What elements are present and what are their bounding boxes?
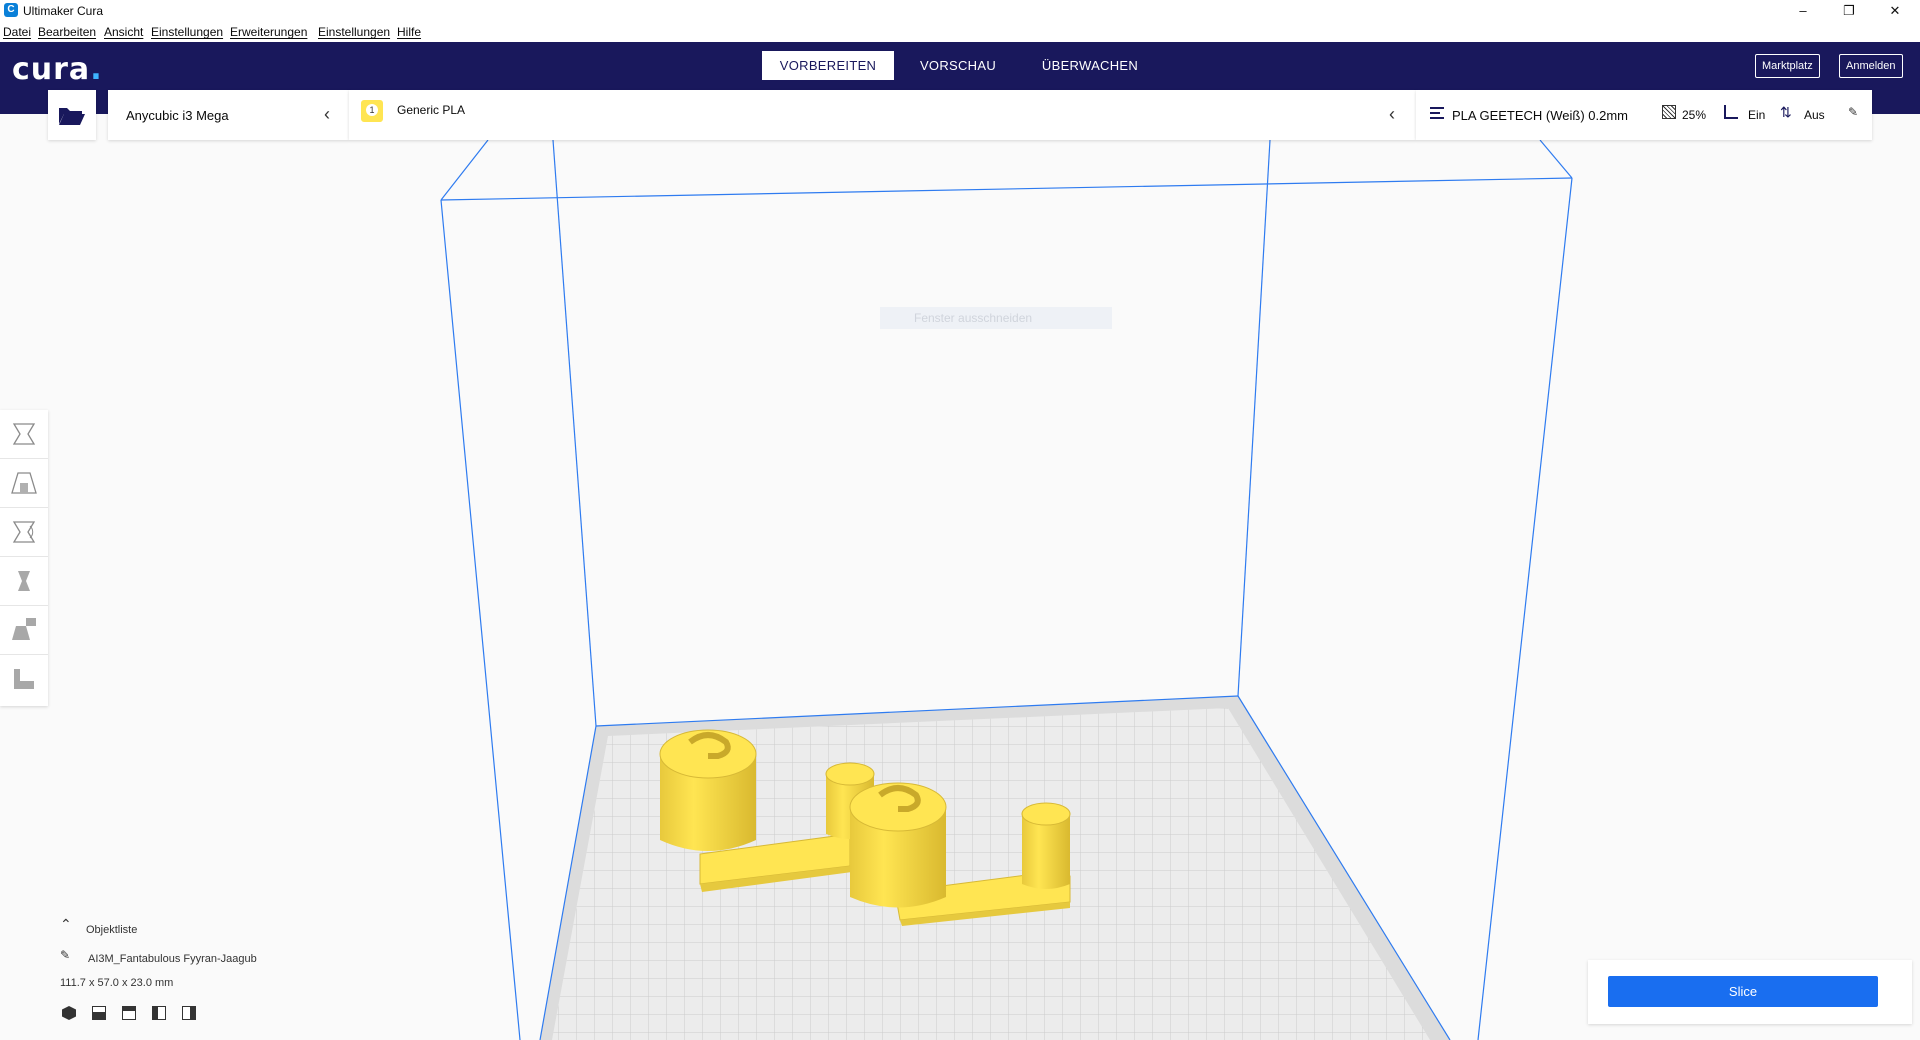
chevron-left-icon: ‹ bbox=[324, 104, 330, 124]
top-view-icon[interactable] bbox=[122, 1006, 136, 1020]
support-icon bbox=[1724, 105, 1738, 119]
extruder-number: 1 bbox=[366, 104, 378, 116]
object-dimensions: 111.7 x 57.0 x 23.0 mm bbox=[60, 977, 174, 989]
marketplace-button[interactable]: Marktplatz bbox=[1755, 54, 1820, 78]
cut-window-tooltip: Fenster ausschneiden bbox=[880, 307, 1112, 329]
menu-hilfe[interactable]: Hilfe bbox=[397, 25, 421, 39]
menu-bar: Datei Bearbeiten Ansicht Einstellungen E… bbox=[0, 22, 1920, 42]
tab-vorschau[interactable]: VORSCHAU bbox=[903, 51, 1013, 80]
mirror-tool-icon[interactable] bbox=[0, 557, 48, 606]
chevron-left-icon: ‹ bbox=[1389, 104, 1395, 124]
minimize-icon[interactable]: – bbox=[1780, 0, 1826, 22]
edit-pencil-icon: ✎ bbox=[1848, 105, 1859, 119]
window-title: Ultimaker Cura bbox=[23, 4, 104, 18]
tab-vorbereiten[interactable]: VORBEREITEN bbox=[762, 51, 894, 80]
close-icon[interactable]: ✕ bbox=[1872, 0, 1918, 22]
extruder-badge-icon: 1 bbox=[361, 100, 383, 122]
infill-icon bbox=[1662, 105, 1676, 119]
front-view-icon[interactable] bbox=[92, 1006, 106, 1020]
adhesion-value: Aus bbox=[1804, 108, 1825, 122]
object-name: AI3M_Fantabulous Fyyran-Jaagub bbox=[88, 953, 257, 965]
profile-icon bbox=[1430, 107, 1444, 119]
infill-value: 25% bbox=[1682, 108, 1707, 122]
logo-dot: . bbox=[90, 52, 103, 87]
move-tool-icon[interactable] bbox=[0, 410, 48, 459]
menu-bearbeiten[interactable]: Bearbeiten bbox=[38, 25, 96, 39]
menu-ansicht[interactable]: Ansicht bbox=[104, 25, 143, 39]
chevron-up-icon[interactable]: ⌃ bbox=[60, 916, 72, 933]
adhesion-icon: ⇅ bbox=[1780, 104, 1792, 120]
logo-text: cura bbox=[12, 52, 91, 87]
tab-ueberwachen[interactable]: ÜBERWACHEN bbox=[1030, 51, 1150, 80]
folder-icon bbox=[59, 108, 85, 125]
profile-name: PLA GEETECH (Weiß) 0.2mm bbox=[1452, 108, 1629, 123]
per-model-settings-icon[interactable] bbox=[0, 606, 48, 655]
material-selector[interactable]: 1 Generic PLA ‹ bbox=[349, 90, 1416, 140]
title-bar: C Ultimaker Cura – ❐ ✕ bbox=[0, 0, 1920, 22]
printer-selector[interactable]: Anycubic i3 Mega ‹ bbox=[108, 90, 349, 140]
pencil-icon[interactable]: ✎ bbox=[60, 948, 70, 962]
menu-einstellungen-2[interactable]: Einstellungen bbox=[318, 25, 390, 39]
support-blocker-icon[interactable] bbox=[0, 655, 48, 704]
menu-datei[interactable]: Datei bbox=[3, 25, 31, 39]
cura-logo: cura. bbox=[12, 52, 103, 87]
open-file-button[interactable] bbox=[48, 90, 96, 140]
scale-tool-icon[interactable] bbox=[0, 459, 48, 508]
material-name: Generic PLA bbox=[397, 103, 466, 117]
menu-erweiterungen[interactable]: Erweiterungen bbox=[230, 25, 307, 39]
support-value: Ein bbox=[1748, 108, 1766, 122]
slice-button[interactable]: Slice bbox=[1608, 976, 1878, 1007]
3d-viewport[interactable] bbox=[0, 114, 1920, 1040]
right-view-icon[interactable] bbox=[182, 1006, 196, 1020]
print-settings-selector[interactable]: PLA GEETECH (Weiß) 0.2mm 25% Ein ⇅ Aus ✎ bbox=[1416, 90, 1872, 140]
maximize-icon[interactable]: ❐ bbox=[1826, 0, 1872, 22]
object-list-panel: ⌃ Objektliste ✎ AI3M_Fantabulous Fyyran-… bbox=[56, 916, 356, 1038]
printer-name: Anycubic i3 Mega bbox=[126, 108, 229, 123]
left-view-icon[interactable] bbox=[152, 1006, 166, 1020]
signin-button[interactable]: Anmelden bbox=[1839, 54, 1903, 78]
rotate-tool-icon[interactable] bbox=[0, 508, 48, 557]
tool-sidebar bbox=[0, 410, 48, 706]
menu-einstellungen[interactable]: Einstellungen bbox=[151, 25, 223, 39]
3d-view-icon[interactable] bbox=[62, 1006, 76, 1020]
object-list-toggle[interactable]: Objektliste bbox=[86, 924, 137, 936]
cura-app-icon: C bbox=[4, 3, 18, 17]
